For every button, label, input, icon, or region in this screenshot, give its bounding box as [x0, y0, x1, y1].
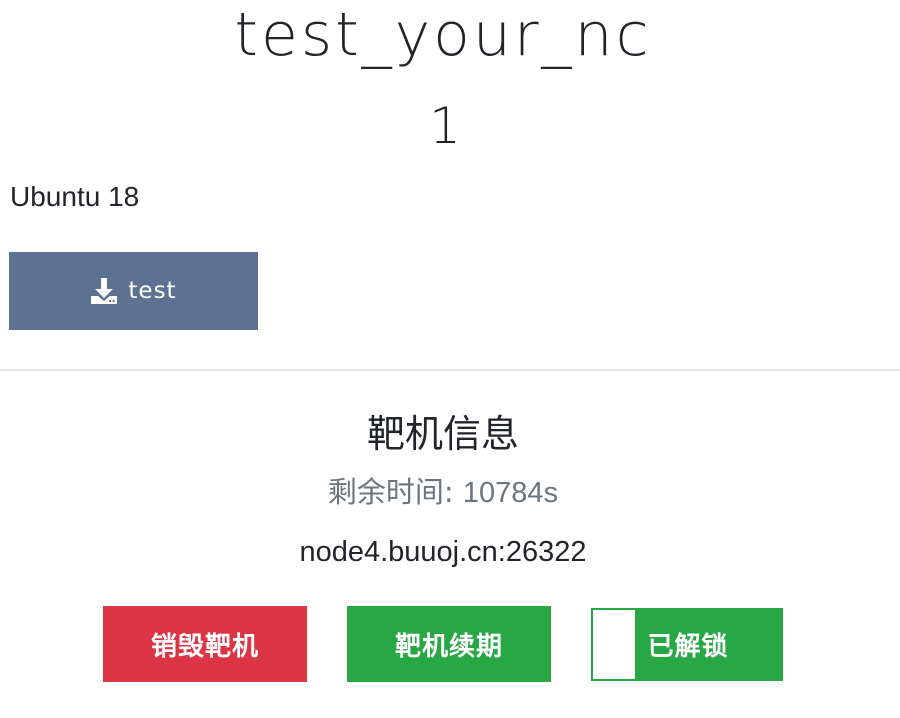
challenge-title: test_your_nc [234, 0, 652, 70]
remaining-time: 剩余时间: 10784s [0, 472, 886, 513]
remaining-time-value: 10784s [462, 477, 559, 509]
remaining-time-label: 剩余时间: [327, 475, 463, 509]
download-file-button[interactable]: test [9, 252, 258, 330]
target-info-title: 靶机信息 [366, 412, 519, 456]
challenge-points: 1 [429, 97, 461, 155]
renew-target-button[interactable]: 靶机续期 [347, 606, 551, 682]
target-address: node4.buuoj.cn:26322 [299, 536, 587, 568]
toggle-knob [593, 610, 635, 679]
challenge-description: Ubuntu 18 [10, 181, 140, 212]
unlock-toggle[interactable]: 已解锁 [591, 608, 783, 681]
destroy-target-button[interactable]: 销毁靶机 [103, 606, 307, 682]
download-button-label: test [128, 278, 177, 304]
download-icon [90, 277, 118, 305]
unlock-toggle-label: 已解锁 [647, 632, 729, 662]
section-divider [0, 369, 900, 371]
challenge-page: test_your_nc 1 Ubuntu 18 test 靶机信息 剩余时间:… [0, 0, 900, 718]
